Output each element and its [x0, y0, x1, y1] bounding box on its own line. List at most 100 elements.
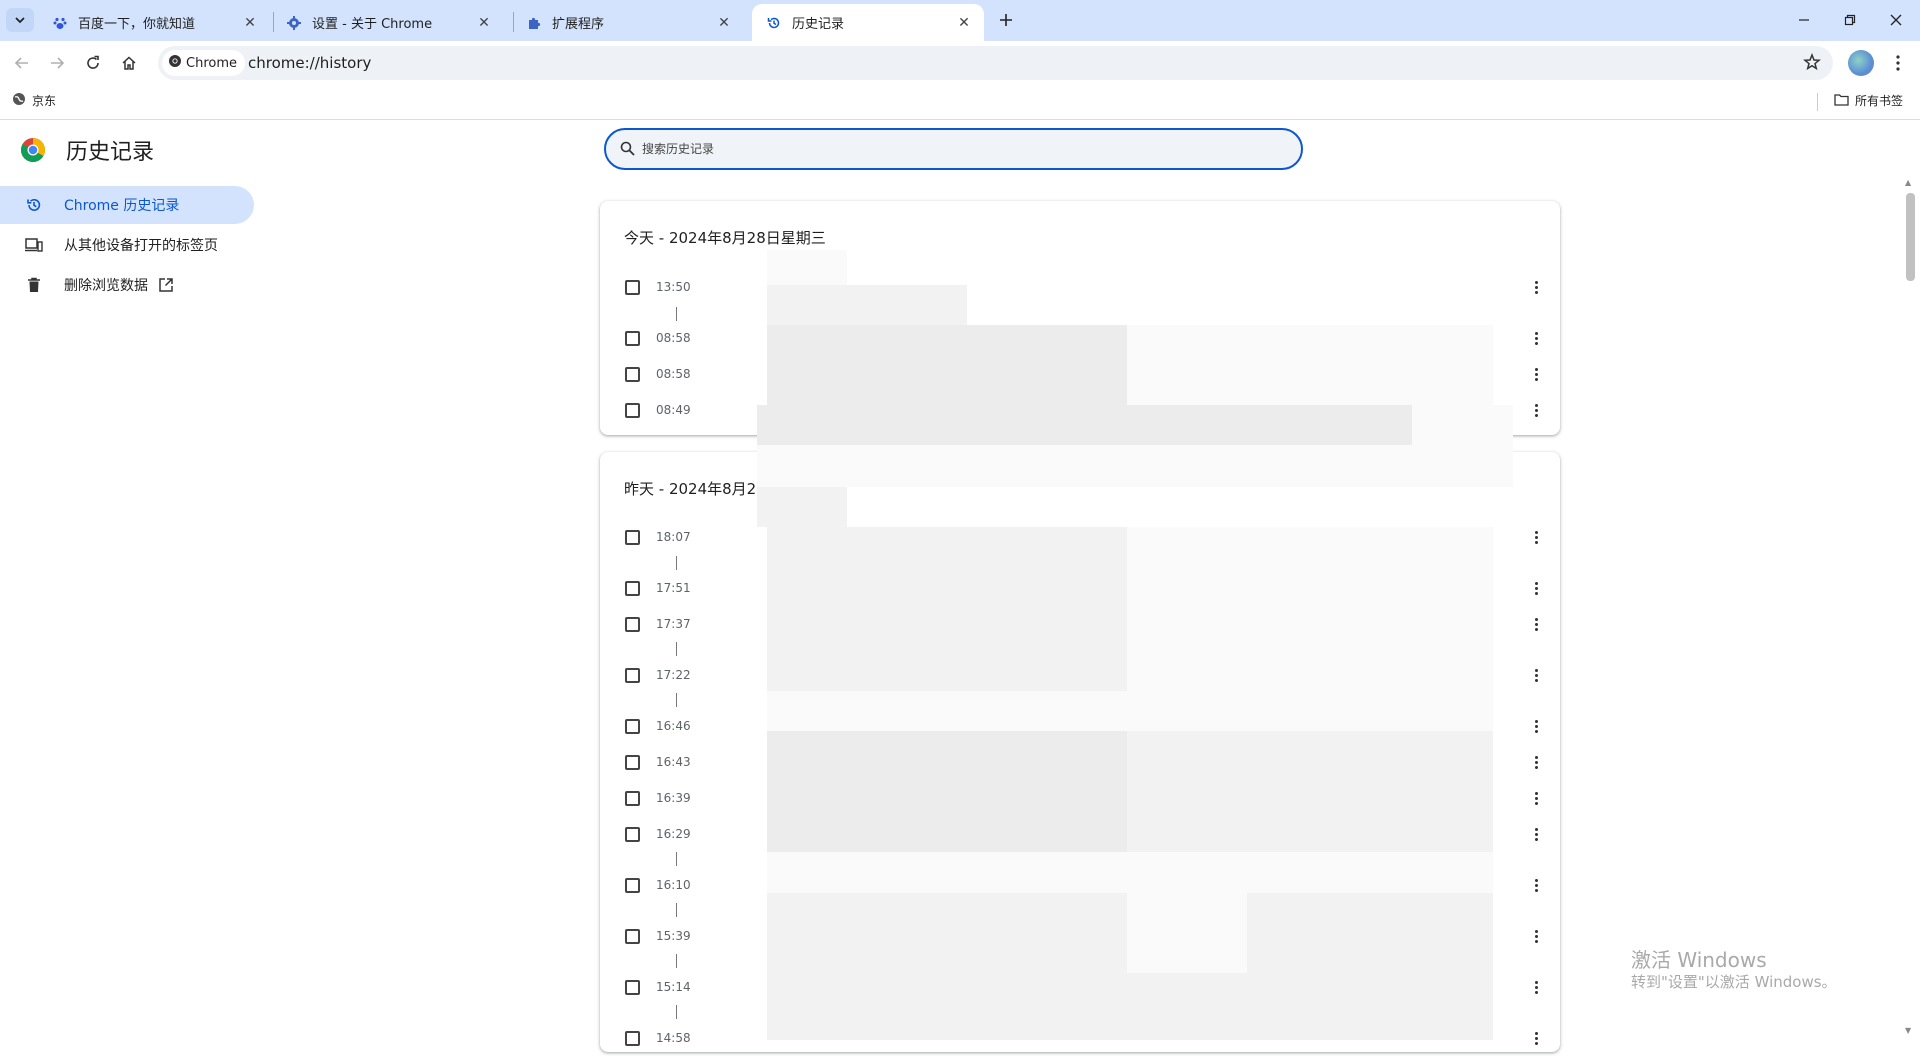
all-bookmarks-button[interactable]: 所有书签 [1834, 92, 1903, 109]
new-tab-button[interactable] [992, 8, 1020, 32]
row-time: 17:37 [656, 617, 691, 631]
history-icon [766, 15, 782, 31]
puzzle-icon [526, 15, 542, 31]
more-vert-icon[interactable] [1526, 926, 1546, 946]
history-search[interactable] [604, 128, 1303, 170]
more-vert-icon[interactable] [1526, 328, 1546, 348]
more-vert-icon [1896, 55, 1900, 71]
more-vert-icon[interactable] [1526, 1028, 1546, 1048]
close-icon[interactable]: ✕ [240, 13, 260, 33]
more-vert-icon[interactable] [1526, 364, 1546, 384]
close-window-button[interactable] [1873, 0, 1919, 40]
chip-label: Chrome [186, 55, 237, 71]
row-time: 18:07 [656, 530, 691, 544]
more-vert-icon[interactable] [1526, 400, 1546, 420]
url-text[interactable]: chrome://history [248, 54, 371, 72]
more-vert-icon[interactable] [1526, 527, 1546, 547]
row-checkbox[interactable] [625, 719, 640, 734]
home-icon [122, 56, 136, 70]
more-vert-icon[interactable] [1526, 752, 1546, 772]
more-vert-icon[interactable] [1526, 875, 1546, 895]
bookmarks-separator [1817, 93, 1818, 111]
row-checkbox[interactable] [625, 878, 640, 893]
close-icon[interactable]: ✕ [714, 13, 734, 33]
profile-avatar[interactable] [1848, 50, 1874, 76]
all-bookmarks-label: 所有书签 [1855, 94, 1904, 108]
bookmark-jd[interactable]: 京东 [12, 92, 56, 109]
row-checkbox[interactable] [625, 1031, 640, 1046]
chrome-icon [168, 54, 182, 72]
site-info-chip[interactable]: Chrome [162, 50, 245, 76]
close-icon[interactable]: ✕ [954, 13, 974, 33]
restore-button[interactable] [1827, 0, 1873, 40]
chrome-logo [20, 137, 46, 163]
row-time: 17:51 [656, 581, 691, 595]
tab-settings[interactable]: 设置 - 关于 Chrome ✕ [272, 4, 504, 41]
open-in-new-icon [158, 277, 174, 293]
more-vert-icon[interactable] [1526, 977, 1546, 997]
search-input[interactable] [642, 138, 1242, 160]
folder-icon [1834, 93, 1849, 109]
star-icon[interactable] [1803, 52, 1821, 75]
more-vert-icon[interactable] [1526, 788, 1546, 808]
chrome-menu-button[interactable] [1886, 50, 1910, 76]
scrollbar-thumb[interactable] [1906, 193, 1915, 281]
row-checkbox[interactable] [625, 617, 640, 632]
search-icon [620, 141, 635, 160]
row-time: 13:50 [656, 280, 691, 294]
more-vert-icon[interactable] [1526, 824, 1546, 844]
tab-title: 设置 - 关于 Chrome [312, 17, 433, 32]
minimize-icon [1799, 19, 1809, 21]
row-checkbox[interactable] [625, 668, 640, 683]
close-icon[interactable]: ✕ [474, 13, 494, 33]
sidebar-item-chrome-history[interactable]: Chrome 历史记录 [0, 186, 254, 224]
row-connector [676, 852, 677, 866]
reload-button[interactable] [78, 48, 108, 78]
more-vert-icon[interactable] [1526, 665, 1546, 685]
more-vert-icon[interactable] [1526, 277, 1546, 297]
row-connector [676, 307, 677, 321]
row-checkbox[interactable] [625, 280, 640, 295]
sidebar-item-clear-data[interactable]: 删除浏览数据 [0, 266, 254, 304]
card-title: 今天 - 2024年8月28日星期三 [624, 229, 826, 247]
tab-baidu[interactable]: 百度一下，你就知道 ✕ [38, 4, 270, 41]
row-checkbox[interactable] [625, 980, 640, 995]
tab-extensions[interactable]: 扩展程序 ✕ [512, 4, 744, 41]
row-time: 14:58 [656, 1031, 691, 1045]
close-icon [1890, 14, 1902, 26]
more-vert-icon[interactable] [1526, 716, 1546, 736]
forward-button[interactable] [42, 48, 72, 78]
page-title: 历史记录 [66, 140, 155, 165]
tab-history[interactable]: 历史记录 ✕ [752, 4, 984, 41]
back-button[interactable] [7, 48, 37, 78]
scroll-up-icon[interactable]: ▲ [1905, 178, 1911, 187]
history-row[interactable]: 13:50 [600, 269, 1560, 305]
globe-icon [12, 92, 26, 109]
tab-title: 扩展程序 [552, 17, 605, 32]
devices-icon [24, 238, 44, 252]
omnibox[interactable]: Chrome chrome://history [158, 46, 1833, 80]
scroll-down-icon[interactable]: ▼ [1905, 1026, 1911, 1035]
sidebar-item-other-devices[interactable]: 从其他设备打开的标签页 [0, 226, 254, 264]
row-checkbox[interactable] [625, 331, 640, 346]
row-checkbox[interactable] [625, 403, 640, 418]
row-checkbox[interactable] [625, 827, 640, 842]
sidebar-item-label: Chrome 历史记录 [64, 198, 180, 214]
row-checkbox[interactable] [625, 530, 640, 545]
tab-search-button[interactable] [6, 8, 34, 32]
arrow-left-icon [14, 57, 28, 69]
sidebar-item-label: 从其他设备打开的标签页 [64, 238, 218, 254]
home-button[interactable] [114, 48, 144, 78]
minimize-button[interactable] [1781, 0, 1827, 40]
row-checkbox[interactable] [625, 755, 640, 770]
row-checkbox[interactable] [625, 581, 640, 596]
row-time: 08:49 [656, 403, 691, 417]
scrollbar[interactable] [1902, 178, 1918, 1040]
more-vert-icon[interactable] [1526, 578, 1546, 598]
row-checkbox[interactable] [625, 791, 640, 806]
row-checkbox[interactable] [625, 367, 640, 382]
row-connector [676, 1005, 677, 1019]
chevron-down-icon [15, 17, 25, 24]
row-checkbox[interactable] [625, 929, 640, 944]
more-vert-icon[interactable] [1526, 614, 1546, 634]
